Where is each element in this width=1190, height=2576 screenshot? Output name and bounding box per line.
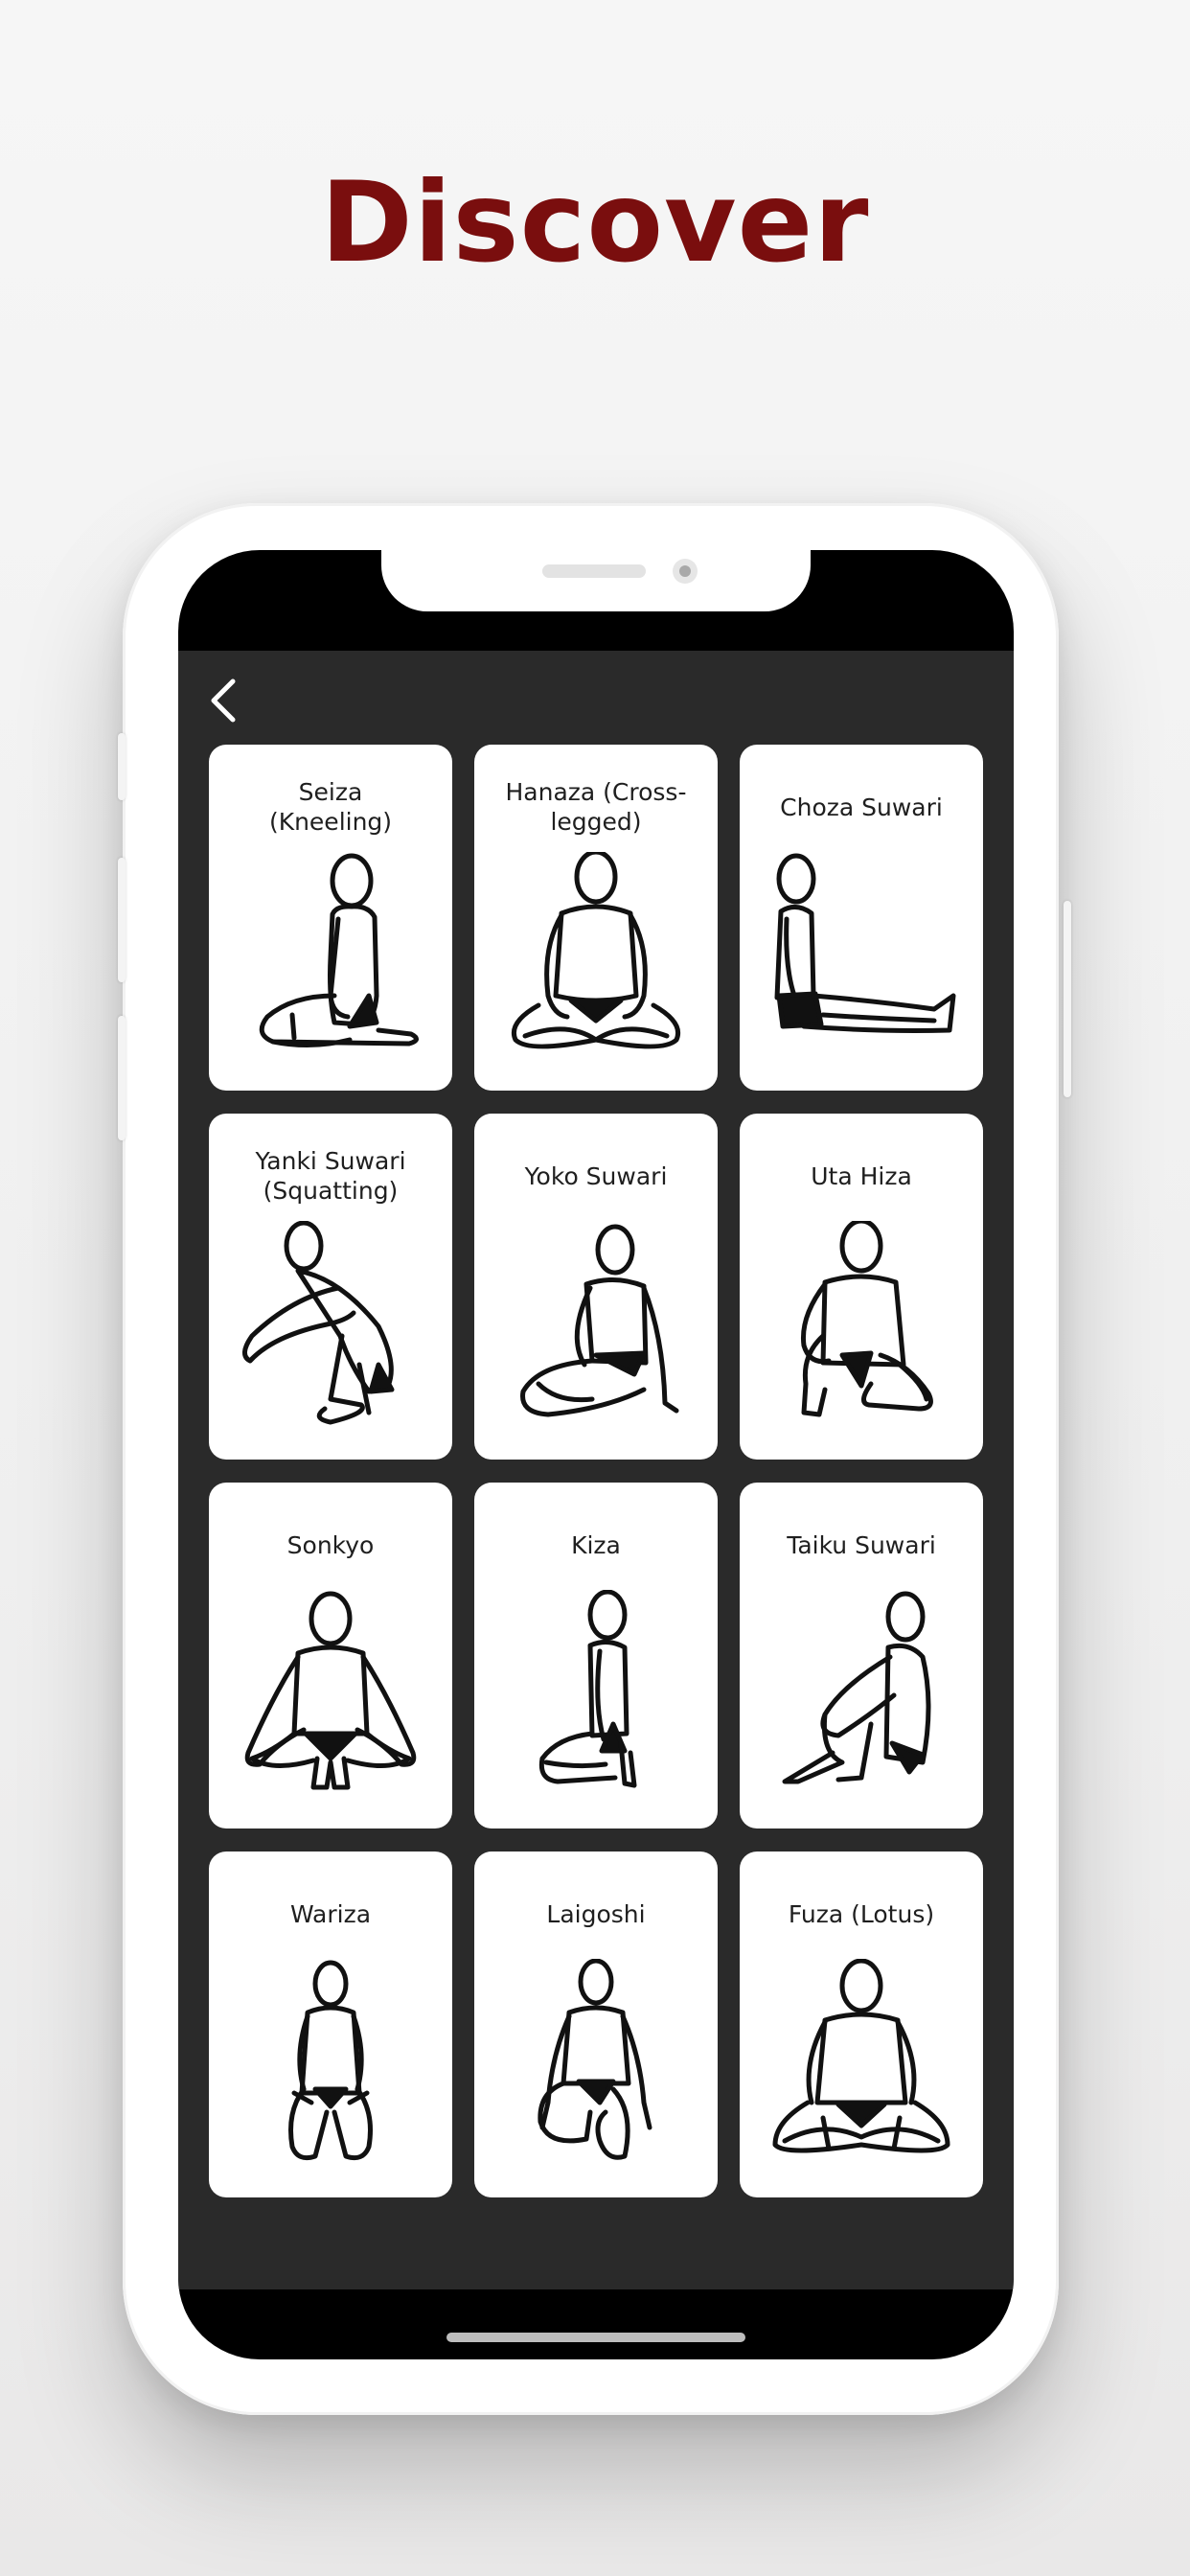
posture-card-laigoshi[interactable]: Laigoshi bbox=[474, 1852, 718, 2197]
posture-title: Yoko Suwari bbox=[524, 1162, 668, 1190]
volume-up-button bbox=[118, 858, 126, 982]
posture-title: Uta Hiza bbox=[811, 1162, 912, 1190]
home-indicator[interactable] bbox=[446, 2333, 745, 2342]
back-button[interactable] bbox=[199, 672, 247, 729]
legs-out-figure-icon bbox=[774, 853, 956, 1033]
posture-card-seiza[interactable]: Seiza (Kneeling) bbox=[209, 745, 452, 1091]
posture-card-sonkyo[interactable]: Sonkyo bbox=[209, 1483, 452, 1828]
posture-title: Fuza (Lotus) bbox=[788, 1899, 935, 1928]
page-headline: Discover bbox=[320, 158, 870, 288]
posture-card-fuza[interactable]: Fuza (Lotus) bbox=[740, 1852, 983, 2197]
lotus-figure-icon bbox=[772, 1959, 950, 2153]
posture-card-kiza[interactable]: Kiza bbox=[474, 1483, 718, 1828]
discover-screen: Seiza (Kneeling) Hanaza (Cross- legged) bbox=[178, 651, 1014, 2289]
posture-card-hanaza[interactable]: Hanaza (Cross- legged) bbox=[474, 745, 718, 1091]
power-button bbox=[1064, 901, 1071, 1097]
squat-side-figure-icon bbox=[242, 1221, 395, 1425]
half-kneel-figure-icon bbox=[538, 1959, 652, 2160]
posture-card-yanki-suwari[interactable]: Yanki Suwari (Squatting) bbox=[209, 1114, 452, 1460]
knees-hug-figure-icon bbox=[782, 1591, 931, 1784]
posture-title: Choza Suwari bbox=[780, 793, 943, 821]
posture-title: Wariza bbox=[289, 1899, 372, 1928]
squat-front-figure-icon bbox=[244, 1591, 417, 1790]
posture-title: Seiza (Kneeling) bbox=[268, 778, 393, 836]
posture-title: Taiku Suwari bbox=[787, 1530, 936, 1559]
side-sit-figure-icon bbox=[520, 1224, 679, 1417]
mute-switch bbox=[118, 733, 126, 800]
posture-card-wariza[interactable]: Wariza bbox=[209, 1852, 452, 2197]
volume-down-button bbox=[118, 1016, 126, 1140]
posture-title: Laigoshi bbox=[546, 1899, 646, 1928]
posture-title: Hanaza (Cross- legged) bbox=[505, 778, 687, 836]
w-sit-figure-icon bbox=[288, 1960, 373, 2161]
kneeling-figure-icon bbox=[259, 853, 419, 1048]
chevron-left-icon bbox=[211, 678, 236, 723]
posture-grid: Seiza (Kneeling) Hanaza (Cross- legged) bbox=[209, 745, 983, 2197]
notch bbox=[381, 550, 811, 611]
posture-title: Kiza bbox=[571, 1530, 621, 1559]
crosslegged-figure-icon bbox=[512, 852, 680, 1049]
posture-card-yoko-suwari[interactable]: Yoko Suwari bbox=[474, 1114, 718, 1460]
front-camera bbox=[673, 559, 698, 584]
phone-screen: Seiza (Kneeling) Hanaza (Cross- legged) bbox=[178, 550, 1014, 2359]
posture-card-uta-hiza[interactable]: Uta Hiza bbox=[740, 1114, 983, 1460]
kneeling-toes-figure-icon bbox=[538, 1590, 637, 1788]
posture-title: Yanki Suwari (Squatting) bbox=[255, 1147, 406, 1205]
posture-card-taiku-suwari[interactable]: Taiku Suwari bbox=[740, 1483, 983, 1828]
one-knee-figure-icon bbox=[800, 1221, 933, 1417]
speaker-grille bbox=[542, 564, 646, 578]
posture-title: Sonkyo bbox=[286, 1530, 375, 1559]
posture-card-choza-suwari[interactable]: Choza Suwari bbox=[740, 745, 983, 1091]
